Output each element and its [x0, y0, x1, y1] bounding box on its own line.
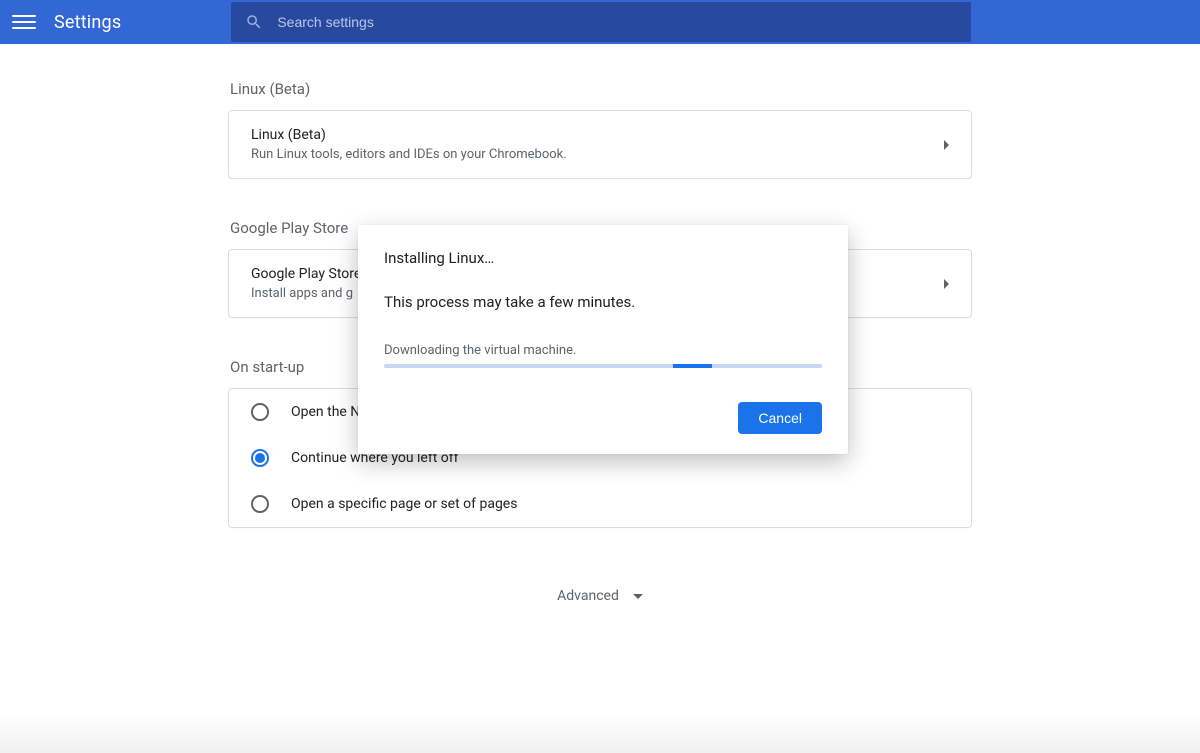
dialog-status: Downloading the virtual machine.	[384, 343, 822, 358]
dialog-message: This process may take a few minutes.	[384, 293, 822, 311]
radio-icon	[251, 449, 269, 467]
top-toolbar: Settings	[0, 0, 1200, 44]
cancel-button[interactable]: Cancel	[738, 402, 822, 434]
linux-row[interactable]: Linux (Beta) Run Linux tools, editors an…	[229, 111, 971, 178]
search-input[interactable]	[277, 14, 957, 30]
startup-option-2[interactable]: Open a specific page or set of pages	[229, 481, 971, 527]
menu-icon[interactable]	[12, 10, 36, 34]
section-linux: Linux (Beta) Linux (Beta) Run Linux tool…	[228, 80, 972, 179]
page-title: Settings	[54, 12, 121, 33]
section-heading-linux: Linux (Beta)	[230, 80, 972, 98]
linux-row-subtitle: Run Linux tools, editors and IDEs on you…	[251, 147, 944, 162]
dialog-title: Installing Linux…	[384, 249, 822, 267]
bottom-shadow	[0, 713, 1200, 753]
linux-card: Linux (Beta) Run Linux tools, editors an…	[228, 110, 972, 179]
advanced-label: Advanced	[557, 588, 619, 604]
progress-bar	[384, 364, 822, 368]
search-icon	[245, 13, 263, 31]
startup-option-2-label: Open a specific page or set of pages	[291, 496, 517, 512]
search-field[interactable]	[231, 2, 971, 42]
advanced-toggle[interactable]: Advanced	[228, 588, 972, 604]
chevron-right-icon	[944, 140, 949, 150]
radio-icon	[251, 495, 269, 513]
chevron-right-icon	[944, 279, 949, 289]
install-linux-dialog: Installing Linux… This process may take …	[358, 225, 848, 454]
chevron-down-icon	[633, 594, 643, 599]
radio-icon	[251, 403, 269, 421]
linux-row-title: Linux (Beta)	[251, 127, 944, 143]
startup-option-0-label: Open the N	[291, 404, 360, 420]
progress-indicator	[673, 364, 712, 368]
